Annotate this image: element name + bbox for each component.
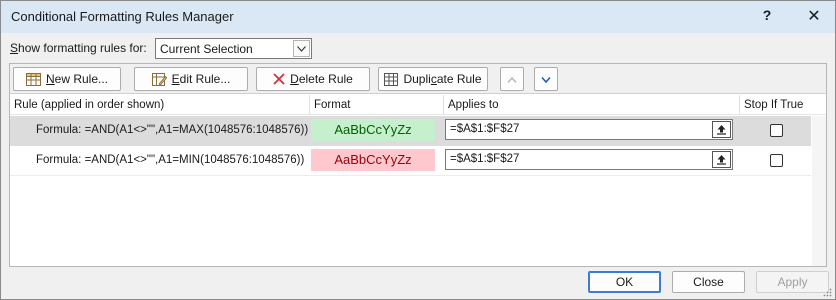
applies-to-field[interactable]: =$A$1:$F$27 <box>445 119 733 140</box>
stop-if-true-checkbox[interactable] <box>770 154 783 167</box>
header-format: Format <box>310 95 444 115</box>
rules-toolbar: New Rule... Edit Rule... Delete Rule Dup… <box>10 64 826 94</box>
range-picker-icon[interactable] <box>712 121 731 138</box>
conditional-formatting-dialog: Conditional Formatting Rules Manager ? ✕… <box>0 0 836 300</box>
new-rule-button[interactable]: New Rule... <box>13 67 121 91</box>
resize-grip-icon[interactable] <box>822 287 832 297</box>
edit-rule-icon <box>151 72 167 86</box>
move-down-icon <box>541 72 551 86</box>
applies-to-value: =$A$1:$F$27 <box>450 123 520 135</box>
title-bar: Conditional Formatting Rules Manager ? ✕ <box>1 1 835 33</box>
close-button[interactable]: Close <box>672 271 745 293</box>
applies-to-field[interactable]: =$A$1:$F$27 <box>445 149 733 170</box>
header-stop-if-true: Stop If True <box>744 99 804 111</box>
help-button[interactable]: ? <box>757 7 777 23</box>
delete-rule-icon <box>273 73 285 85</box>
window-title: Conditional Formatting Rules Manager <box>11 9 234 24</box>
delete-rule-label: Delete Rule <box>290 72 353 86</box>
new-rule-icon <box>25 72 41 86</box>
range-picker-icon[interactable] <box>712 151 731 168</box>
show-rules-label: Show formatting rules for: <box>10 41 147 55</box>
duplicate-rule-button[interactable]: Duplicate Rule <box>378 67 488 91</box>
rules-panel: New Rule... Edit Rule... Delete Rule Dup… <box>9 63 827 267</box>
show-rules-select[interactable]: Current Selection <box>155 38 312 59</box>
move-down-button[interactable] <box>534 67 558 91</box>
header-applies-to: Applies to <box>444 95 740 115</box>
format-preview: AaBbCcYyZz <box>311 119 435 141</box>
edit-rule-label: Edit Rule... <box>171 72 231 86</box>
dropdown-chevron-icon[interactable] <box>293 40 310 57</box>
edit-rule-button[interactable]: Edit Rule... <box>134 67 248 91</box>
rule-row[interactable]: Formula: =AND(A1<>"",A1=MIN(1048576:1048… <box>10 146 811 176</box>
applies-to-value: =$A$1:$F$27 <box>450 153 520 165</box>
ok-button[interactable]: OK <box>588 271 661 293</box>
header-rule: Rule (applied in order shown) <box>10 95 310 115</box>
show-rules-value: Current Selection <box>160 42 253 56</box>
rule-description: Formula: =AND(A1<>"",A1=MIN(1048576:1048… <box>36 154 305 166</box>
delete-rule-button[interactable]: Delete Rule <box>256 67 370 91</box>
rule-description: Formula: =AND(A1<>"",A1=MAX(1048576:1048… <box>36 124 309 136</box>
move-up-button[interactable] <box>500 67 524 91</box>
rule-row[interactable]: Formula: =AND(A1<>"",A1=MAX(1048576:1048… <box>10 116 811 146</box>
format-preview: AaBbCcYyZz <box>311 149 435 171</box>
stop-if-true-checkbox[interactable] <box>770 124 783 137</box>
close-window-button[interactable]: ✕ <box>803 6 825 26</box>
apply-button[interactable]: Apply <box>756 271 829 293</box>
new-rule-label: New Rule... <box>45 72 109 86</box>
duplicate-rule-icon <box>384 72 399 86</box>
rules-header: Rule (applied in order shown) Format App… <box>10 95 826 115</box>
duplicate-rule-label: Duplicate Rule <box>403 72 482 86</box>
rules-scrollbar[interactable] <box>812 116 826 266</box>
move-up-icon <box>507 72 517 86</box>
